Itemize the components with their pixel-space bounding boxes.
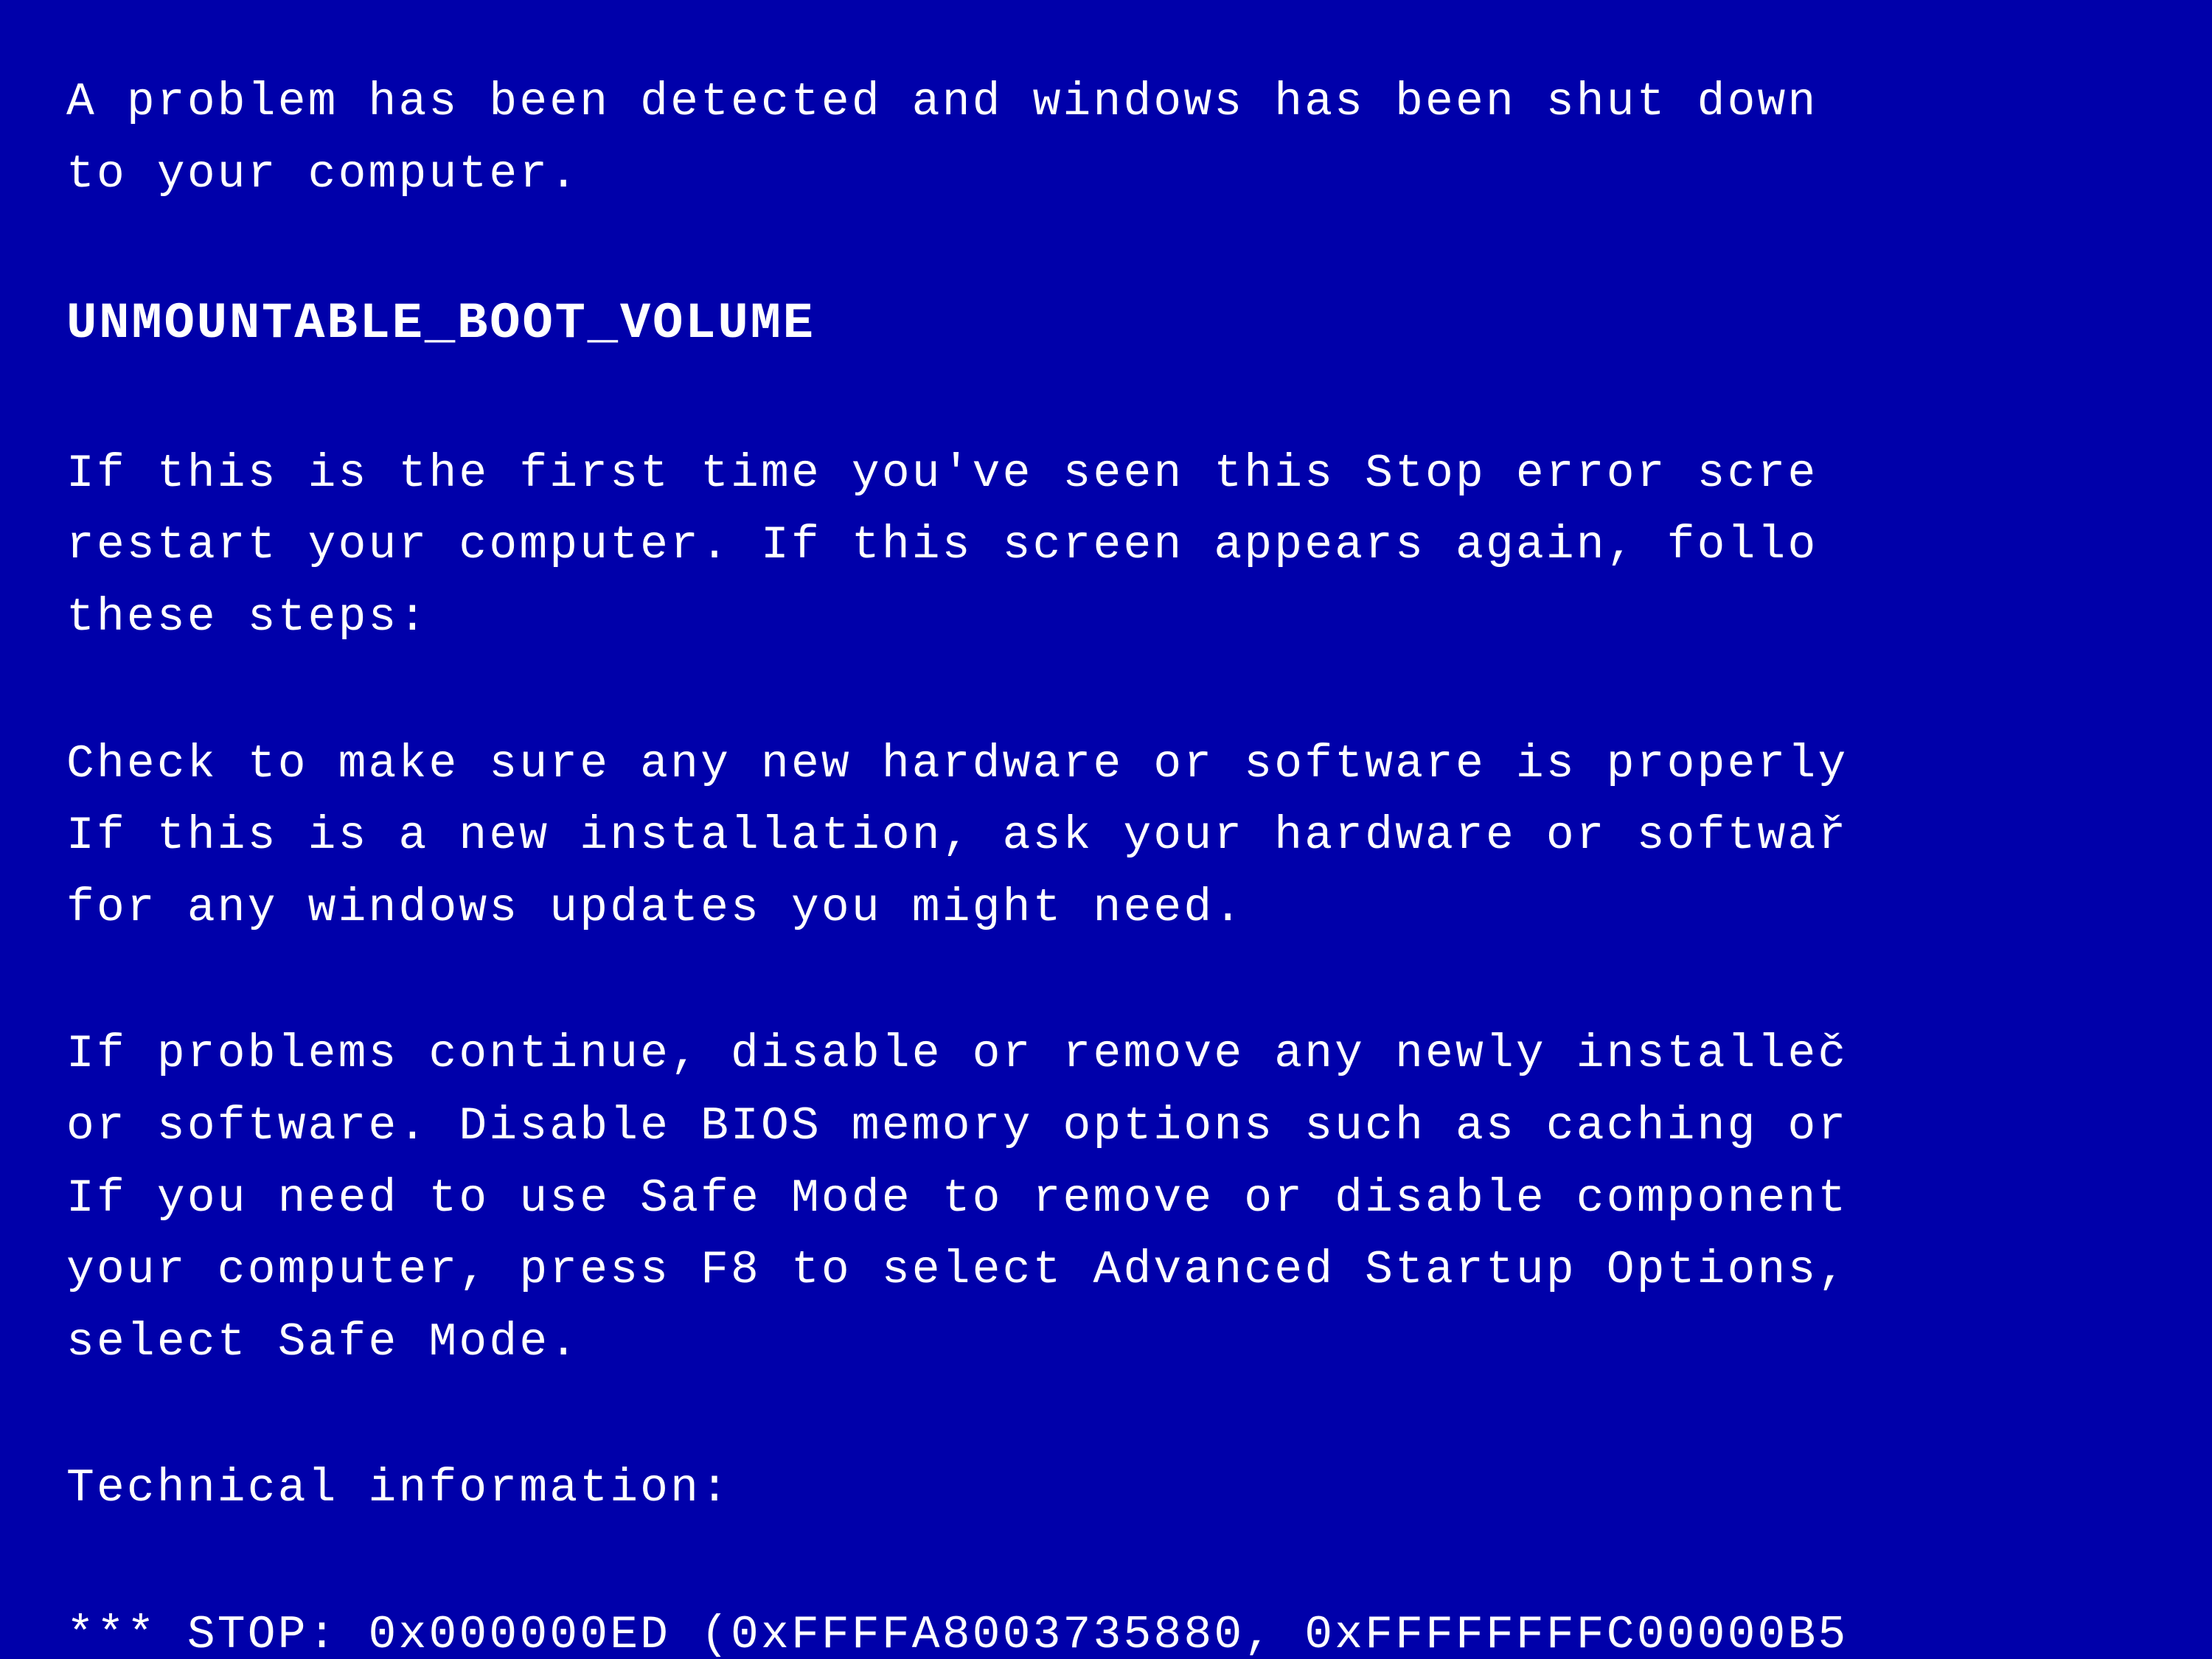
spacer-5 xyxy=(66,1378,2146,1453)
header-line2: to your computer. xyxy=(66,139,2146,211)
para2-line3: for any windows updates you might need. xyxy=(66,872,2146,945)
stop-line1: *** STOP: 0x000000ED (0xFFFFA8003735880,… xyxy=(66,1599,2146,1659)
error-code: UNMOUNTABLE_BOOT_VOLUME xyxy=(66,285,2146,364)
para3-line5: select Safe Mode. xyxy=(66,1307,2146,1379)
tech-header: Technical information: xyxy=(66,1453,2146,1525)
para2-line2: If this is a new installation, ask your … xyxy=(66,800,2146,872)
spacer-2 xyxy=(66,364,2146,438)
para1-line3: these steps: xyxy=(66,582,2146,654)
bsod-screen: A problem has been detected and windows … xyxy=(0,0,2212,1659)
para3-line3: If you need to use Safe Mode to remove o… xyxy=(66,1163,2146,1235)
spacer-3 xyxy=(66,654,2146,728)
para3-line4: your computer, press F8 to select Advanc… xyxy=(66,1234,2146,1307)
para3-line2: or software. Disable BIOS memory options… xyxy=(66,1091,2146,1163)
spacer-1 xyxy=(66,210,2146,285)
spacer-4 xyxy=(66,944,2146,1018)
spacer-6 xyxy=(66,1525,2146,1599)
para2-line1: Check to make sure any new hardware or s… xyxy=(66,728,2146,801)
para1-line1: If this is the first time you've seen th… xyxy=(66,438,2146,510)
para3-line1: If problems continue, disable or remove … xyxy=(66,1018,2146,1091)
header-line1: A problem has been detected and windows … xyxy=(66,66,2146,139)
para1-line2: restart your computer. If this screen ap… xyxy=(66,509,2146,582)
